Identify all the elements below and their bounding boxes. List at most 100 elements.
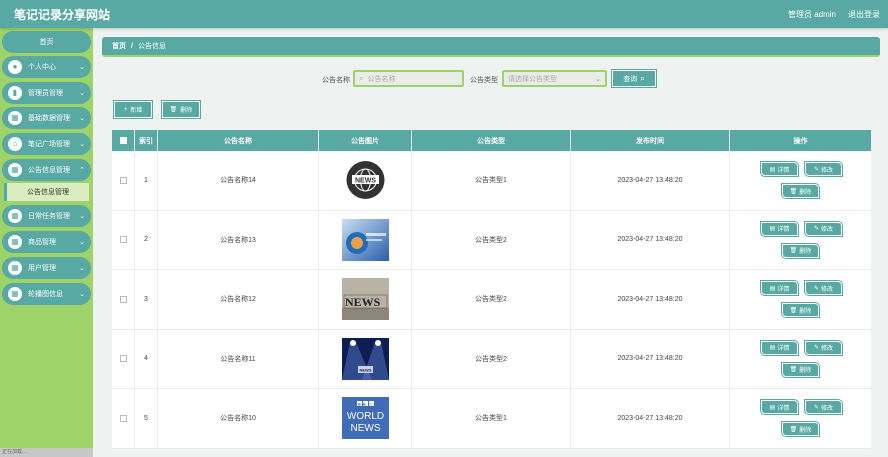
- row-index: 5: [135, 389, 158, 448]
- grid-icon: ▦: [8, 261, 22, 275]
- row-checkbox[interactable]: [119, 355, 127, 363]
- edit-button[interactable]: ✎ 修改: [805, 281, 842, 295]
- edit-label: 修改: [821, 405, 834, 412]
- row-checkbox[interactable]: [119, 236, 127, 244]
- svg-text:NEWS: NEWS: [359, 367, 371, 372]
- row-checkbox[interactable]: [119, 295, 127, 303]
- sidebar-item-personal[interactable]: ● 个人中心 ⌄: [2, 56, 91, 78]
- logout-link[interactable]: 退出登录: [848, 9, 880, 20]
- sidebar-item-notice[interactable]: ▦ 公告信息管理 ⌃: [2, 159, 91, 181]
- table-row: 2 公告名称13 公告类型2 2023-04-27 13:48:20 ▤ 详情 ✎…: [112, 210, 871, 270]
- query-button[interactable]: 查询 ⌕: [612, 70, 656, 87]
- add-button[interactable]: + 新增: [114, 101, 152, 118]
- delete-label: 删除: [799, 308, 812, 315]
- table-row: 5 公告名称10 BBC WORLD NEWS 公告类型1 2023-04-27 1…: [112, 389, 871, 449]
- svg-text:WORLD: WORLD: [346, 411, 383, 422]
- table-row: 1 公告名称14 NEWS 公告类型1 2023-04-27 13:48:20 …: [112, 151, 871, 211]
- notice-image[interactable]: NEWS: [341, 278, 389, 321]
- select-all-checkbox[interactable]: [119, 137, 127, 144]
- trash-icon: 🗑: [789, 248, 798, 254]
- sidebar-item-users[interactable]: ▦ 用户管理 ⌄: [2, 257, 91, 279]
- detail-button[interactable]: ▤ 详情: [761, 162, 798, 176]
- trash-icon: 🗑: [789, 307, 798, 314]
- detail-button[interactable]: ▤ 详情: [761, 281, 798, 295]
- row-index: 4: [135, 329, 158, 388]
- delete-button[interactable]: 🗑 删除: [782, 303, 819, 317]
- search-icon: ⌕: [640, 73, 645, 83]
- row-type: 公告类型1: [412, 151, 571, 210]
- delete-button[interactable]: 🗑 删除: [782, 422, 819, 436]
- col-index: 索引: [135, 130, 158, 151]
- delete-button[interactable]: 🗑 删除: [782, 184, 819, 198]
- detail-button[interactable]: ▤ 详情: [761, 400, 798, 414]
- col-image: 公告图片: [319, 130, 412, 151]
- name-search-input[interactable]: ⌕ 公告名称: [353, 70, 464, 87]
- type-search-label: 公告类型: [470, 77, 498, 84]
- edit-button[interactable]: ✎ 修改: [805, 162, 842, 176]
- user-icon: ●: [8, 60, 22, 74]
- sidebar-item-goods[interactable]: ▦ 商品管理 ⌄: [2, 231, 91, 253]
- row-ops-cell: [730, 330, 871, 389]
- table-header: 索引 公告名称 公告图片 公告类型 发布时间 操作: [112, 130, 871, 151]
- trash-icon: 🗑: [789, 188, 798, 195]
- notice-image[interactable]: [341, 218, 389, 261]
- document-icon: ▤: [769, 404, 776, 411]
- row-checkbox[interactable]: [119, 414, 127, 422]
- search-icon: ⌕: [359, 73, 364, 83]
- sidebar-item-label: 日常任务管理: [28, 213, 70, 220]
- detail-button[interactable]: ▤ 详情: [761, 221, 798, 236]
- edit-button[interactable]: ✎ 修改: [805, 221, 842, 236]
- row-index: 2: [135, 210, 158, 269]
- pencil-icon: ✎: [813, 166, 819, 173]
- submenu-notice-manage[interactable]: 公告信息管理: [4, 183, 89, 201]
- sidebar-item-label: 基础数据管理: [28, 115, 70, 122]
- notice-image[interactable]: NEWS: [341, 159, 389, 202]
- document-icon: ▤: [769, 166, 776, 173]
- sidebar-item-basedata[interactable]: ▦ 基础数据管理 ⌄: [2, 107, 91, 129]
- sidebar-item-notes[interactable]: ⌂ 笔记广场管理 ⌄: [2, 133, 91, 155]
- svg-text:NEWS: NEWS: [350, 423, 380, 434]
- batch-delete-button[interactable]: 🗑 删除: [162, 101, 200, 118]
- delete-label: 删除: [799, 249, 812, 255]
- row-type: 公告类型2: [412, 210, 571, 269]
- delete-button[interactable]: 🗑 删除: [782, 362, 819, 377]
- notice-image[interactable]: NEWS: [341, 337, 389, 380]
- sidebar-item-home[interactable]: 首页: [2, 31, 91, 53]
- delete-label: 删除: [799, 368, 812, 374]
- row-checkbox[interactable]: [119, 176, 127, 184]
- row-type: 公告类型2: [412, 270, 571, 329]
- delete-button[interactable]: 🗑 删除: [782, 243, 819, 258]
- sidebar-item-tasks[interactable]: ▦ 日常任务管理 ⌄: [2, 205, 91, 227]
- col-type: 公告类型: [412, 130, 571, 151]
- sidebar: 首页 ● 个人中心 ⌄ ▮ 管理员管理 ⌄ ▦ 基础数据管理 ⌄ ⌂ 笔记广场管…: [0, 28, 93, 457]
- type-select[interactable]: 请选择公告类型 ⌄: [502, 70, 607, 87]
- row-ops-cell: [730, 389, 871, 448]
- row-type: 公告类型1: [412, 389, 571, 448]
- row-time: 2023-04-27 13:48:20: [571, 151, 730, 210]
- row-time: 2023-04-27 13:48:20: [571, 270, 730, 329]
- detail-label: 详情: [777, 286, 790, 293]
- row-name: 公告名称12: [158, 270, 319, 329]
- breadcrumb-separator: /: [131, 42, 133, 50]
- delete-label: 删除: [799, 189, 812, 196]
- edit-label: 修改: [821, 286, 834, 293]
- notice-image[interactable]: BBC WORLD NEWS: [341, 397, 389, 440]
- sidebar-item-admin[interactable]: ▮ 管理员管理 ⌄: [2, 82, 91, 104]
- row-image-cell: NEWS: [319, 270, 412, 329]
- document-icon: ▤: [769, 285, 776, 292]
- svg-text:NEWS: NEWS: [345, 295, 381, 309]
- row-name: 公告名称10: [158, 389, 319, 448]
- detail-label: 详情: [777, 346, 790, 352]
- row-name: 公告名称11: [158, 329, 319, 388]
- table-row: 4 公告名称11 NEWS 公告类型2 2023-04-27 13:48:20 …: [112, 329, 871, 389]
- edit-button[interactable]: ✎ 修改: [805, 400, 842, 414]
- sidebar-item-carousel[interactable]: ▦ 轮播图信息 ⌄: [2, 283, 91, 305]
- col-name: 公告名称: [158, 130, 319, 151]
- chevron-down-icon: ⌄: [79, 141, 85, 148]
- edit-label: 修改: [821, 167, 834, 174]
- breadcrumb-home[interactable]: 首页: [112, 41, 126, 51]
- status-footer: 正在加载...: [0, 448, 93, 457]
- detail-button[interactable]: ▤ 详情: [761, 340, 798, 355]
- row-checkbox-cell: [112, 151, 135, 210]
- edit-button[interactable]: ✎ 修改: [805, 340, 842, 355]
